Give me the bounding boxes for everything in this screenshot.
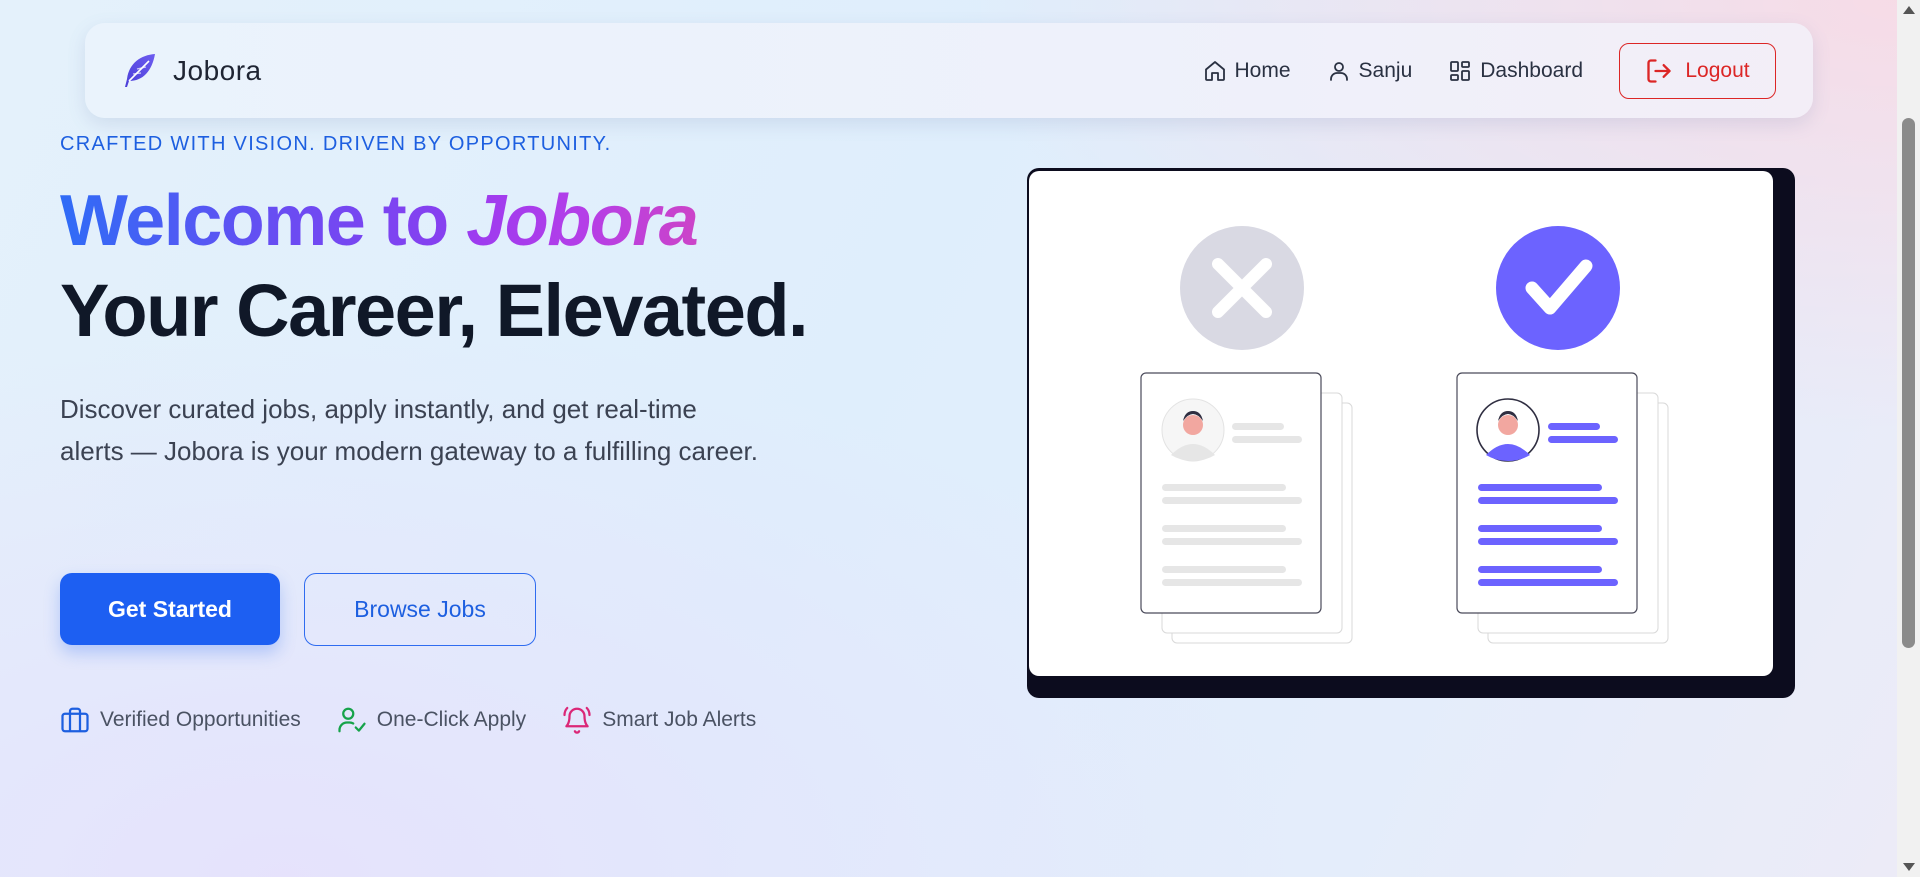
headline-brand-text: Jobora — [466, 181, 699, 261]
nav-home-link[interactable]: Home — [1203, 59, 1291, 83]
browse-jobs-button[interactable]: Browse Jobs — [304, 573, 536, 646]
get-started-button[interactable]: Get Started — [60, 573, 280, 645]
rejected-resume — [1140, 372, 1353, 644]
feature-label: Verified Opportunities — [100, 708, 301, 731]
user-check-icon — [338, 707, 366, 733]
feature-verified: Verified Opportunities — [60, 705, 301, 735]
feature-alerts: Smart Job Alerts — [562, 705, 756, 735]
brand[interactable]: Jobora — [119, 51, 262, 91]
brand-name: Jobora — [173, 54, 262, 86]
feature-list: Verified Opportunities One-Click Apply S… — [60, 705, 792, 735]
home-icon — [1204, 60, 1225, 81]
feature-label: Smart Job Alerts — [602, 708, 757, 731]
bell-ring-icon — [563, 706, 591, 734]
nav-dashboard-label: Dashboard — [1480, 58, 1583, 82]
feather-logo-icon — [125, 53, 155, 87]
hero-headline: Welcome to Jobora — [60, 180, 699, 262]
scrollbar-thumb[interactable] — [1902, 118, 1915, 648]
nav-dashboard-link[interactable]: Dashboard — [1448, 59, 1583, 83]
accept-circle-icon — [1496, 226, 1620, 350]
nav-links: Home Sanju Dashboard Logout — [1203, 42, 1776, 99]
nav-user-link[interactable]: Sanju — [1327, 58, 1413, 83]
logout-icon — [1647, 58, 1672, 83]
feature-one-click: One-Click Apply — [337, 705, 526, 735]
nav-home-label: Home — [1234, 58, 1291, 82]
hero-description: Discover curated jobs, apply instantly, … — [60, 394, 759, 466]
nav-user-label: Sanju — [1358, 58, 1413, 82]
scroll-down-arrow-icon[interactable] — [1903, 863, 1915, 871]
scroll-up-arrow-icon[interactable] — [1903, 6, 1915, 14]
dashboard-icon — [1450, 60, 1471, 81]
resume-comparison-illustration — [1140, 226, 1669, 644]
logout-button[interactable]: Logout — [1619, 42, 1776, 99]
user-icon — [1329, 61, 1348, 81]
hero-subheadline: Your Career, Elevated. — [60, 269, 809, 352]
feature-label: One-Click Apply — [376, 708, 527, 731]
accepted-resume — [1456, 372, 1669, 644]
hero-illustration — [1029, 171, 1773, 676]
hero-tagline: CRAFTED WITH VISION. DRIVEN BY OPPORTUNI… — [60, 133, 612, 155]
briefcase-icon — [61, 707, 89, 733]
top-navbar: Jobora Home Sanju Dashboard Logout — [85, 23, 1813, 118]
headline-welcome-text: Welcome to — [60, 181, 467, 261]
vertical-scrollbar[interactable] — [1897, 0, 1920, 877]
logout-label: Logout — [1685, 58, 1750, 82]
